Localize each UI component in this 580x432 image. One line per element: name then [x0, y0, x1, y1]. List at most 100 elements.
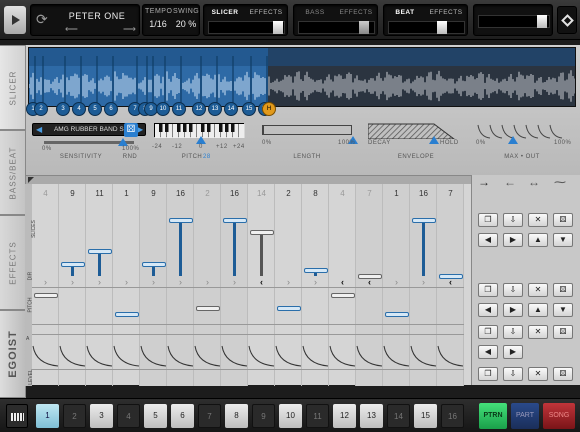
envelope-shape[interactable]	[86, 344, 113, 368]
paste-icon[interactable]: ⇩	[503, 283, 523, 297]
slice-handle[interactable]	[196, 305, 220, 311]
slice-marker[interactable]: 12	[192, 102, 206, 116]
slice-handle[interactable]	[142, 261, 166, 267]
step-button[interactable]: 13	[360, 404, 383, 428]
forward-icon[interactable]: ›	[32, 277, 59, 287]
envelope-knob[interactable]	[429, 136, 439, 144]
up-icon[interactable]: ▲	[528, 303, 548, 317]
step-button[interactable]: 4	[117, 404, 140, 428]
clear-icon[interactable]: ✕	[528, 213, 548, 227]
maxout-display[interactable]	[476, 123, 571, 139]
mode-pattern-button[interactable]: PTRN	[479, 403, 507, 429]
step-button[interactable]: 5	[144, 404, 167, 428]
dice-icon[interactable]: ⚄	[553, 325, 573, 339]
left-icon[interactable]: ◀	[478, 345, 498, 359]
step-grid[interactable]: 4 › 9 › 11 › 1 › 9 › 16 › 2 › 16 › 14 ‹ 2 › 8 › 4 ‹ 7 ‹ 1 › 16 › 7 ‹	[32, 184, 464, 386]
reverse-icon[interactable]: ‹	[356, 277, 383, 287]
tab-bass[interactable]: BASS	[296, 6, 334, 19]
down-icon[interactable]: ▼	[553, 303, 573, 317]
copy-icon[interactable]: ❐	[478, 325, 498, 339]
envelope-shape[interactable]	[383, 344, 410, 368]
step-button[interactable]: 6	[171, 404, 194, 428]
reverse-icon[interactable]: ‹	[329, 277, 356, 287]
forward-icon[interactable]: ›	[194, 277, 221, 287]
envelope-shape[interactable]	[140, 344, 167, 368]
clear-icon[interactable]: ✕	[528, 367, 548, 381]
slice-handle[interactable]	[331, 293, 355, 299]
keyboard-button[interactable]	[6, 404, 28, 428]
copy-icon[interactable]: ❐	[478, 213, 498, 227]
master-volume[interactable]	[473, 4, 553, 36]
logo-button[interactable]	[557, 6, 577, 34]
down-icon[interactable]: ▼	[553, 233, 573, 247]
maxout-knob[interactable]	[508, 136, 518, 144]
copy-icon[interactable]: ❐	[478, 283, 498, 297]
slice-handle[interactable]	[169, 217, 193, 223]
step-button[interactable]: 15	[414, 404, 437, 428]
waveform-display[interactable]	[28, 47, 576, 107]
direction-pingpong-icon[interactable]: ↔	[528, 175, 540, 189]
slice-handle[interactable]	[223, 217, 247, 223]
forward-icon[interactable]: ›	[59, 277, 86, 287]
tempo-swing-box[interactable]: TEMPO 1/16 SWING 20 %	[142, 4, 200, 36]
forward-icon[interactable]: ›	[302, 277, 329, 287]
mode-song-button[interactable]: SONG	[543, 403, 575, 429]
right-icon[interactable]: ▶	[503, 345, 523, 359]
right-icon[interactable]: ▶	[503, 233, 523, 247]
sensitivity-knob[interactable]	[118, 138, 128, 146]
slice-marker[interactable]: 15	[242, 102, 256, 116]
slice-handle[interactable]	[277, 305, 301, 311]
right-icon[interactable]: ▶	[503, 303, 523, 317]
envelope-shape[interactable]	[410, 344, 437, 368]
preset-box[interactable]: ⟳ PETER ONE ⟵ ⟶	[30, 4, 140, 36]
slice-marker[interactable]: 11	[172, 102, 186, 116]
left-arrow-icon[interactable]: ◀	[36, 125, 42, 134]
slice-marker[interactable]: 6	[104, 102, 118, 116]
slice-marker[interactable]: 4	[72, 102, 86, 116]
tab-beat-effects[interactable]: EFFECTS	[426, 6, 466, 19]
reverse-icon[interactable]: ‹	[248, 277, 275, 287]
step-button[interactable]: 12	[333, 404, 356, 428]
refresh-icon[interactable]: ⟳	[36, 11, 48, 28]
tab-bass-effects[interactable]: EFFECTS	[336, 6, 376, 19]
bass-volume-slider[interactable]	[298, 21, 375, 34]
sidetab-egoist[interactable]: EGOIST	[0, 310, 26, 398]
pitch-keyboard[interactable]	[154, 123, 245, 138]
direction-backward-icon[interactable]: ←	[504, 175, 516, 189]
slicer-volume-slider[interactable]	[208, 21, 285, 34]
slice-marker[interactable]: 13	[208, 102, 222, 116]
tempo-value[interactable]: 1/16	[145, 19, 171, 29]
slice-handle[interactable]	[304, 267, 328, 273]
step-button[interactable]: 10	[279, 404, 302, 428]
play-button[interactable]	[4, 6, 26, 34]
tab-slicer[interactable]: SLICER	[206, 6, 244, 19]
forward-icon[interactable]: ›	[167, 277, 194, 287]
forward-icon[interactable]: ›	[410, 277, 437, 287]
swing-value[interactable]: 20 %	[173, 19, 199, 29]
step-button[interactable]: 8	[225, 404, 248, 428]
clear-icon[interactable]: ✕	[528, 283, 548, 297]
slice-handle[interactable]	[250, 230, 274, 236]
slice-marker[interactable]: 3	[56, 102, 70, 116]
clear-icon[interactable]: ✕	[528, 325, 548, 339]
envelope-shape[interactable]	[302, 344, 329, 368]
envelope-shape[interactable]	[113, 344, 140, 368]
step-button[interactable]: 7	[198, 404, 221, 428]
envelope-shape[interactable]	[221, 344, 248, 368]
forward-icon[interactable]: ›	[113, 277, 140, 287]
slice-marker[interactable]: 2	[34, 102, 48, 116]
step-button[interactable]: 3	[90, 404, 113, 428]
slice-handle[interactable]	[385, 312, 409, 317]
step-button[interactable]: 16	[441, 404, 464, 428]
dice-icon[interactable]: ⚄	[553, 213, 573, 227]
forward-icon[interactable]: ›	[221, 277, 248, 287]
direction-forward-icon[interactable]: →	[478, 175, 490, 189]
next-arrow-icon[interactable]: ⟶	[123, 24, 136, 35]
envelope-shape[interactable]	[59, 344, 86, 368]
paste-icon[interactable]: ⇩	[503, 213, 523, 227]
paste-icon[interactable]: ⇩	[503, 367, 523, 381]
step-button[interactable]: 1	[36, 404, 59, 428]
slice-handle[interactable]	[412, 217, 436, 223]
slice-marker[interactable]: 14	[224, 102, 238, 116]
slice-handle[interactable]	[61, 261, 85, 267]
